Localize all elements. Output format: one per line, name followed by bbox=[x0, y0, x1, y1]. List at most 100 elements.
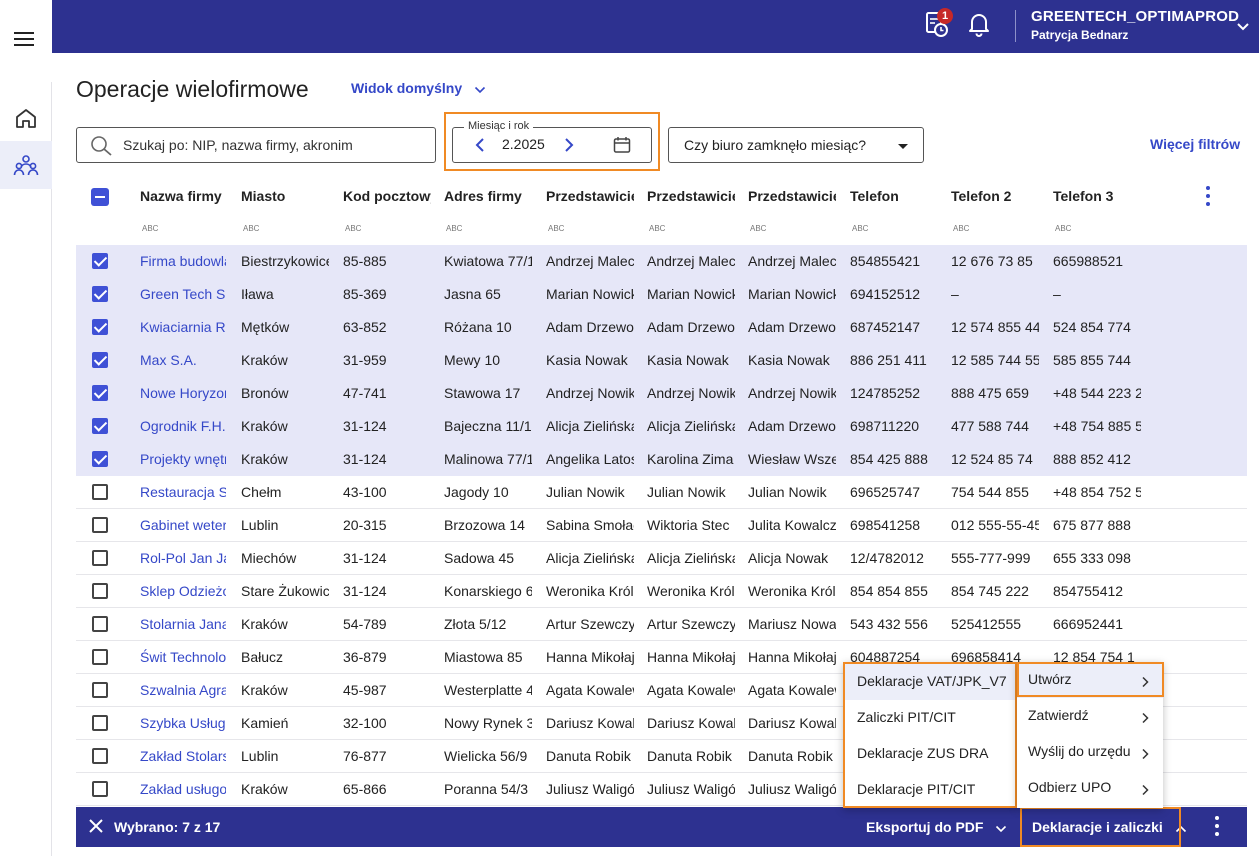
row-checkbox[interactable] bbox=[92, 583, 108, 599]
home-icon[interactable] bbox=[0, 94, 52, 142]
column-options-kebab-icon[interactable] bbox=[1206, 186, 1210, 210]
table-row[interactable]: Gabinet weterynaryjny Lublin 20-315 Brzozow… bbox=[76, 509, 1247, 542]
more-actions-kebab-icon[interactable] bbox=[1215, 816, 1219, 840]
documents-clock-icon[interactable]: 1 bbox=[924, 8, 954, 40]
row-checkbox[interactable] bbox=[92, 286, 108, 302]
table-row[interactable]: Rol-Pol Jan Jakubowski Miechów 31-124 Sadow… bbox=[76, 542, 1247, 575]
column-filter-icon[interactable]: ABC bbox=[142, 224, 158, 233]
row-checkbox[interactable] bbox=[92, 319, 108, 335]
user-name[interactable]: Patrycja Bednarz bbox=[1031, 28, 1128, 42]
table-row[interactable]: Ogrodnik F.H.U. Kraków 31-124 Bajeczna 11/1… bbox=[76, 410, 1247, 443]
row-checkbox[interactable] bbox=[92, 418, 108, 434]
column-header[interactable]: Adres firmy bbox=[444, 188, 532, 204]
menu-item-approve[interactable]: Zatwierdź bbox=[1017, 698, 1163, 734]
company-name-link[interactable]: Szybka Usługa bbox=[140, 715, 226, 731]
company-name-link[interactable]: Ogrodnik F.H.U. bbox=[140, 418, 226, 434]
column-filter-icon[interactable]: ABC bbox=[750, 224, 766, 233]
company-name-link[interactable]: Firma budowlana bbox=[140, 253, 226, 269]
menu-item-pit-cit[interactable]: Deklaracje PIT/CIT bbox=[845, 772, 1015, 808]
menu-item-zus-dra[interactable]: Deklaracje ZUS DRA bbox=[845, 736, 1015, 772]
table-row[interactable]: Nowe Horyzonty Bronów 47-741 Stawowa 17 Andr… bbox=[76, 377, 1247, 410]
menu-item-send[interactable]: Wyślij do urzędu bbox=[1017, 734, 1163, 770]
table-cell: Lublin bbox=[241, 517, 279, 533]
table-row[interactable]: Projekty wnętrz Kraków 31-124 Malinowa 77/1… bbox=[76, 443, 1247, 476]
view-selector[interactable]: Widok domyślny bbox=[351, 80, 486, 97]
column-header[interactable]: Telefon 2 bbox=[951, 188, 1039, 204]
column-filter-icon[interactable]: ABC bbox=[243, 224, 259, 233]
column-filter-icon[interactable]: ABC bbox=[548, 224, 564, 233]
row-checkbox[interactable] bbox=[92, 616, 108, 632]
row-checkbox[interactable] bbox=[92, 253, 108, 269]
table-row[interactable]: Firma budowlana Biestrzykowice 85-885 Kwiat… bbox=[76, 245, 1247, 278]
more-filters-link[interactable]: Więcej filtrów bbox=[1150, 136, 1240, 152]
close-icon[interactable] bbox=[89, 819, 103, 836]
bell-icon[interactable] bbox=[966, 10, 996, 40]
table-cell: 854855421 bbox=[850, 253, 921, 269]
search-input[interactable] bbox=[123, 135, 423, 155]
company-name-link[interactable]: Zakład Stolarski bbox=[140, 748, 226, 764]
company-name-link[interactable]: Sklep Odzieżowy bbox=[140, 583, 226, 599]
row-checkbox[interactable] bbox=[92, 517, 108, 533]
table-cell: Andrzej Nowik bbox=[748, 385, 836, 401]
column-filter-icon[interactable]: ABC bbox=[649, 224, 665, 233]
chevron-down-icon bbox=[995, 820, 1007, 836]
company-name-link[interactable]: Projekty wnętrz bbox=[140, 451, 226, 467]
row-checkbox[interactable] bbox=[92, 550, 108, 566]
company-name-link[interactable]: Rol-Pol Jan Jakubowski bbox=[140, 550, 226, 566]
hamburger-menu-icon[interactable] bbox=[14, 32, 34, 46]
column-header[interactable]: Przedstawiciel bbox=[748, 188, 836, 204]
company-name-link[interactable]: Szwalnia Agrafka bbox=[140, 682, 226, 698]
chevron-down-icon[interactable] bbox=[1236, 19, 1250, 35]
column-filter-icon[interactable]: ABC bbox=[852, 224, 868, 233]
calendar-icon[interactable] bbox=[613, 136, 631, 157]
table-cell: 525412555 bbox=[951, 616, 1022, 632]
month-closed-select[interactable]: Czy biuro zamknęło miesiąc? bbox=[668, 127, 924, 163]
company-name-link[interactable]: Kwiaciarnia Róża bbox=[140, 319, 226, 335]
company-name-link[interactable]: Zakład usługowy bbox=[140, 781, 226, 797]
table-row[interactable]: Stolarnia Janas Kraków 54-789 Złota 5/12 Art… bbox=[76, 608, 1247, 641]
column-filter-icon[interactable]: ABC bbox=[953, 224, 969, 233]
table-row[interactable]: Restauracja Smak Chełm 43-100 Jagody 10 Juli… bbox=[76, 476, 1247, 509]
table-cell: Mariusz Nowak bbox=[748, 616, 836, 632]
column-filter-icon[interactable]: ABC bbox=[446, 224, 462, 233]
column-header[interactable]: Nazwa firmy bbox=[140, 188, 226, 204]
column-filter-icon[interactable]: ABC bbox=[345, 224, 361, 233]
company-name-link[interactable]: Gabinet weterynaryjny bbox=[140, 517, 226, 533]
menu-item-zaliczki-pit-cit[interactable]: Zaliczki PIT/CIT bbox=[845, 700, 1015, 736]
column-header[interactable]: Kod pocztowy bbox=[343, 188, 431, 204]
company-name-link[interactable]: Max S.A. bbox=[140, 352, 226, 368]
company-name-link[interactable]: Stolarnia Janas bbox=[140, 616, 226, 632]
company-name[interactable]: GREENTECH_OPTIMAPROD bbox=[1031, 8, 1239, 25]
menu-item-receive-upo[interactable]: Odbierz UPO bbox=[1017, 770, 1163, 806]
column-header[interactable]: Telefon bbox=[850, 188, 938, 204]
companies-group-icon[interactable] bbox=[0, 141, 52, 189]
row-checkbox[interactable] bbox=[92, 385, 108, 401]
menu-item-vat-jpk[interactable]: Deklaracje VAT/JPK_V7 bbox=[845, 664, 1015, 700]
table-cell: 524 854 774 bbox=[1053, 319, 1131, 335]
export-pdf-button[interactable]: Eksportuj do PDF bbox=[866, 819, 1007, 836]
chevron-left-icon[interactable] bbox=[474, 137, 486, 156]
row-checkbox[interactable] bbox=[92, 682, 108, 698]
company-name-link[interactable]: Restauracja Smak bbox=[140, 484, 226, 500]
table-row[interactable]: Green Tech Sp Iława 85-369 Jasna 65 Marian N… bbox=[76, 278, 1247, 311]
column-header[interactable]: Przedstawiciel bbox=[546, 188, 634, 204]
row-checkbox[interactable] bbox=[92, 748, 108, 764]
row-checkbox[interactable] bbox=[92, 352, 108, 368]
company-name-link[interactable]: Świt Technologie bbox=[140, 649, 226, 665]
row-checkbox[interactable] bbox=[92, 649, 108, 665]
table-row[interactable]: Sklep Odzieżowy Stare Żukowice 31-124 Konar… bbox=[76, 575, 1247, 608]
chevron-right-icon[interactable] bbox=[563, 137, 575, 156]
row-checkbox[interactable] bbox=[92, 484, 108, 500]
column-filter-icon[interactable]: ABC bbox=[1055, 224, 1071, 233]
table-row[interactable]: Max S.A. Kraków 31-959 Mewy 10 Kasia Nowak Ka… bbox=[76, 344, 1247, 377]
column-header[interactable]: Telefon 3 bbox=[1053, 188, 1141, 204]
table-row[interactable]: Kwiaciarnia Róża Mętków 63-852 Różana 10 Ada… bbox=[76, 311, 1247, 344]
company-name-link[interactable]: Green Tech Sp bbox=[140, 286, 226, 302]
row-checkbox[interactable] bbox=[92, 781, 108, 797]
row-checkbox[interactable] bbox=[92, 451, 108, 467]
row-checkbox[interactable] bbox=[92, 715, 108, 731]
column-header[interactable]: Miasto bbox=[241, 188, 329, 204]
column-header[interactable]: Przedstawiciel bbox=[647, 188, 735, 204]
company-name-link[interactable]: Nowe Horyzonty bbox=[140, 385, 226, 401]
search-field[interactable] bbox=[76, 127, 436, 163]
